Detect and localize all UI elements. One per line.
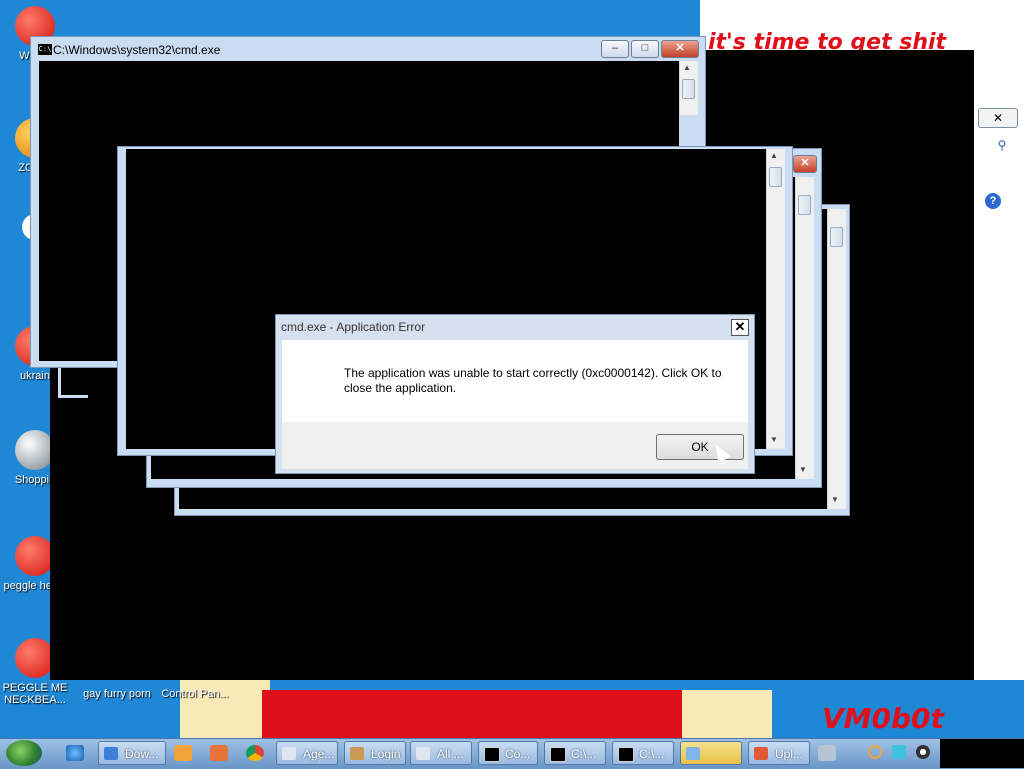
- taskbar-button-age[interactable]: Age...: [276, 741, 338, 765]
- window-title: C:\Windows\system32\cmd.exe: [53, 43, 221, 57]
- taskbar-button-label: All ...: [437, 747, 464, 761]
- scroll-up-arrow[interactable]: ▲: [683, 63, 691, 72]
- scrollbar-thumb[interactable]: [798, 195, 811, 215]
- search-icon[interactable]: [868, 745, 882, 759]
- start-button[interactable]: [6, 740, 42, 766]
- taskbar-button-label: Login: [371, 747, 401, 761]
- help-icon[interactable]: ?: [985, 193, 1001, 209]
- desktop-icon[interactable]: Control Pan...: [156, 688, 234, 700]
- scrollbar-thumb[interactable]: [830, 227, 843, 247]
- dialog-close-button[interactable]: ✕: [731, 319, 749, 336]
- window-icon: [416, 747, 430, 760]
- chrome-icon[interactable]: [246, 745, 264, 761]
- taskbar-button-login[interactable]: Login: [344, 741, 406, 765]
- scroll-down-arrow[interactable]: ▼: [799, 465, 807, 474]
- peggle-icon: [15, 536, 55, 576]
- cmd-icon: C:\: [37, 43, 53, 56]
- scroll-down-arrow[interactable]: ▼: [770, 435, 778, 444]
- taskbar-button-label: C:\...: [639, 747, 665, 761]
- desktop-icon[interactable]: gay furry porn: [82, 688, 152, 700]
- scroll-down-arrow[interactable]: ▼: [831, 495, 839, 504]
- bg-window-close-button[interactable]: ✕: [978, 108, 1018, 128]
- avatar-icon: [350, 747, 364, 760]
- dialog-title: cmd.exe - Application Error: [281, 320, 426, 334]
- scroll-up-arrow[interactable]: ▲: [770, 151, 778, 160]
- desktop-icon-label: gay furry porn: [83, 688, 151, 700]
- taskbar-button-cmd[interactable]: C:\...: [544, 741, 606, 765]
- error-dialog[interactable]: cmd.exe - Application Error ✕ The applic…: [275, 314, 755, 474]
- browser-icon: [104, 747, 118, 760]
- window-edge: [58, 368, 88, 398]
- scrollbar-thumb[interactable]: [769, 167, 782, 187]
- scrollbar[interactable]: ▼: [827, 209, 846, 509]
- cmd-icon: [550, 747, 566, 762]
- peggle-icon: [15, 638, 55, 678]
- taskbar-button-label: Age...: [303, 747, 335, 761]
- cmd-icon: [484, 747, 500, 762]
- scrollbar[interactable]: ▲ ▼: [766, 149, 785, 449]
- internet-explorer-icon[interactable]: [66, 745, 84, 761]
- search-icon[interactable]: ⚲: [990, 138, 1014, 156]
- cmd-icon: [618, 747, 634, 762]
- scrollbar-thumb[interactable]: [682, 79, 695, 99]
- paint-icon: [754, 747, 768, 760]
- taskbar-button-cmd[interactable]: C:\...: [612, 741, 674, 765]
- taskbar-button-label: C:\...: [571, 747, 597, 761]
- system-tray: [940, 739, 1024, 768]
- minimize-button[interactable]: –: [601, 40, 629, 58]
- close-button[interactable]: ✕: [661, 40, 699, 58]
- taskbar-button-label: Dow...: [125, 747, 159, 761]
- maximize-button[interactable]: □: [631, 40, 659, 58]
- desktop-icon-label: PEGGLE ME NECKBEA...: [2, 682, 68, 706]
- window-icon: [282, 747, 296, 760]
- flash-icon: [15, 430, 55, 470]
- monitor-icon[interactable]: [892, 745, 906, 759]
- media-icon[interactable]: [916, 745, 930, 759]
- taskbar-button-label: Upl...: [775, 747, 804, 761]
- dialog-body: The application was unable to start corr…: [282, 340, 748, 422]
- taskbar-button-control-panel[interactable]: [680, 741, 742, 765]
- taskbar-button-all[interactable]: All ...: [410, 741, 472, 765]
- control-panel-icon: [686, 747, 700, 760]
- taskbar-button-upload[interactable]: Upl...: [748, 741, 810, 765]
- media-player-icon[interactable]: [174, 745, 192, 761]
- scrollbar[interactable]: ▼: [795, 177, 814, 479]
- paint-icon[interactable]: [210, 745, 228, 761]
- desktop-icon-label: ukrain: [20, 370, 50, 382]
- error-message: The application was unable to start corr…: [344, 366, 722, 395]
- taskbar-button-label: Co...: [505, 747, 531, 761]
- close-button[interactable]: ✕: [793, 155, 817, 173]
- wallpaper-red-band: [262, 690, 682, 740]
- network-icon[interactable]: [818, 745, 836, 761]
- scrollbar[interactable]: ▲: [679, 61, 698, 115]
- taskbar-button-cmd[interactable]: Co...: [478, 741, 538, 765]
- wallpaper-shape: [682, 690, 772, 740]
- desktop-icon-label: Control Pan...: [161, 688, 229, 700]
- wallpaper-logo: VM0b0t: [822, 702, 944, 735]
- taskbar-button-downloads[interactable]: Dow...: [98, 741, 166, 765]
